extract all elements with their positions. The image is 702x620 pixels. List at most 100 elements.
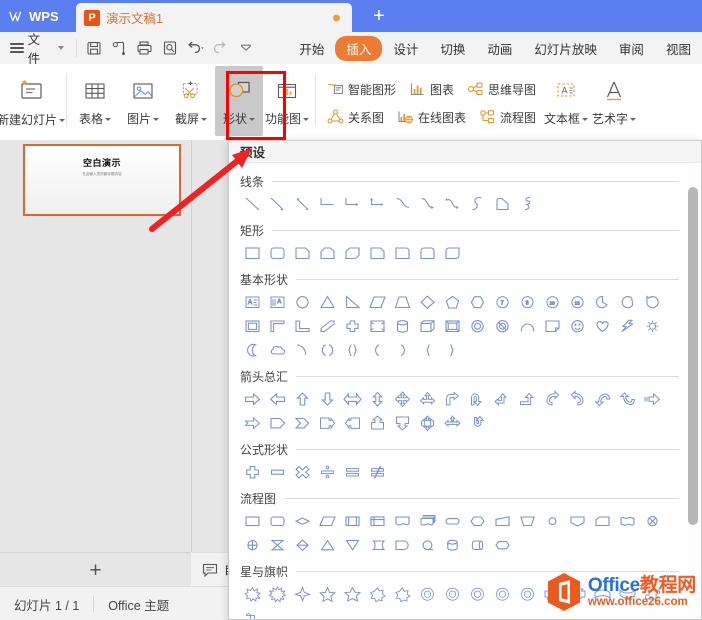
picture-button[interactable]: 图片 <box>119 66 167 136</box>
shape-curved-down-arrow[interactable] <box>615 387 640 411</box>
online-chart-button[interactable]: 在线图表 <box>390 108 472 126</box>
shape-arc-line[interactable] <box>290 338 315 362</box>
shape-snip-single-corner[interactable] <box>290 241 315 265</box>
shape-notched-right-arrow[interactable] <box>240 411 265 435</box>
shape-sun[interactable] <box>640 314 665 338</box>
shape-octagon[interactable]: 8 <box>515 290 540 314</box>
shape-flowchart-stored-data[interactable] <box>365 533 390 557</box>
theme-name[interactable]: Office 主题 <box>94 594 183 614</box>
shape-trapezoid[interactable] <box>390 290 415 314</box>
tab-insert[interactable]: 插入 <box>335 35 383 61</box>
shape-right-bracket[interactable] <box>390 338 415 362</box>
shape-bevel[interactable] <box>440 314 465 338</box>
shape-flowchart-merge[interactable] <box>340 533 365 557</box>
shape-scribble[interactable] <box>515 192 540 216</box>
shape-rounded-rectangle[interactable] <box>265 241 290 265</box>
shape-bent-arrow[interactable] <box>440 387 465 411</box>
shape-right-triangle[interactable] <box>340 290 365 314</box>
shape-corner[interactable] <box>290 314 315 338</box>
shape-dodecagon[interactable]: 12 <box>565 290 590 314</box>
tab-animation[interactable]: 动画 <box>476 36 523 61</box>
shape-flowchart-manual-operation[interactable] <box>515 509 540 533</box>
redo-icon[interactable] <box>208 36 233 60</box>
shape-l-shape[interactable] <box>265 314 290 338</box>
mindmap-button[interactable]: 思维导图 <box>460 80 542 98</box>
slide-thumbnail-1[interactable]: 空白演示 在此输入您的副标题内容 <box>23 144 181 216</box>
shape-elbow-double-arrow[interactable] <box>365 192 390 216</box>
shape-line[interactable] <box>240 192 265 216</box>
shape-equal-sign[interactable] <box>340 460 365 484</box>
save-as-icon[interactable] <box>106 36 131 60</box>
shape-star-10-point[interactable] <box>415 582 440 606</box>
shape-left-up-arrow[interactable] <box>490 387 515 411</box>
shape-star-6-point[interactable] <box>340 582 365 606</box>
shape-can[interactable] <box>390 314 415 338</box>
shape-not-equal-sign[interactable] <box>365 460 390 484</box>
shape-diamond[interactable] <box>415 290 440 314</box>
shape-snip-diagonal-corner[interactable] <box>340 241 365 265</box>
screenshot-button[interactable]: 截屏 <box>167 66 215 136</box>
shape-flowchart-process[interactable] <box>240 509 265 533</box>
shape-curved-double-arrow[interactable] <box>440 192 465 216</box>
shape-striped-right-arrow[interactable] <box>640 387 665 411</box>
panel-scrollbar-thumb[interactable] <box>688 187 698 525</box>
shape-star-8-point[interactable] <box>390 582 415 606</box>
shape-no-symbol[interactable] <box>490 314 515 338</box>
shape-flowchart-card[interactable] <box>590 509 615 533</box>
shape-division-sign[interactable] <box>315 460 340 484</box>
shape-snip-same-side-corner[interactable] <box>315 241 340 265</box>
shape-round-same-side-corner[interactable] <box>415 241 440 265</box>
shape-pie[interactable] <box>590 290 615 314</box>
shape-left-bracket[interactable] <box>365 338 390 362</box>
shape-flowchart-multidocument[interactable] <box>415 509 440 533</box>
shape-vertical-text-box[interactable]: A <box>265 290 290 314</box>
shape-circular-arrow[interactable] <box>465 411 490 435</box>
shape-arc[interactable] <box>515 314 540 338</box>
shape-star-24-point[interactable] <box>490 582 515 606</box>
shape-flowchart-terminator[interactable] <box>440 509 465 533</box>
shape-explosion-2[interactable] <box>265 582 290 606</box>
tab-review[interactable]: 审阅 <box>608 36 655 61</box>
save-icon[interactable] <box>81 36 106 60</box>
wordart-button[interactable]: 艺术字 <box>590 66 638 136</box>
shape-down-arrow-callout[interactable] <box>390 411 415 435</box>
shape-heptagon[interactable]: 7 <box>490 290 515 314</box>
tab-transition[interactable]: 切换 <box>429 36 476 61</box>
new-tab-button[interactable]: + <box>352 0 406 32</box>
shape-flowchart-sort[interactable] <box>290 533 315 557</box>
shape-star-32-point[interactable] <box>515 582 540 606</box>
shape-flowchart-direct-access-storage[interactable] <box>465 533 490 557</box>
shape-flowchart-sequential-access[interactable] <box>415 533 440 557</box>
shape-up-down-arrow[interactable] <box>365 387 390 411</box>
relation-diagram-button[interactable]: 关系图 <box>320 108 390 126</box>
shape-plaque[interactable] <box>365 314 390 338</box>
shape-flowchart-collate[interactable] <box>265 533 290 557</box>
shape-quad-arrow[interactable] <box>390 387 415 411</box>
shape-decagon[interactable]: 10 <box>540 290 565 314</box>
shape-round-brackets[interactable] <box>315 338 340 362</box>
shape-snip-round-single-corner[interactable] <box>365 241 390 265</box>
shape-teardrop[interactable] <box>640 290 665 314</box>
shape-multiply-sign[interactable] <box>290 460 315 484</box>
shape-parallelogram[interactable] <box>365 290 390 314</box>
print-icon[interactable] <box>132 36 157 60</box>
shape-flowchart-extract[interactable] <box>315 533 340 557</box>
shape-left-right-up-arrow[interactable] <box>415 387 440 411</box>
print-preview-icon[interactable] <box>157 36 182 60</box>
shape-text-box[interactable]: A <box>240 290 265 314</box>
shapes-dropdown-panel[interactable]: 预设 线条 矩形 基本形状 A A 7 8 10 12 箭头总汇 公式形状 流程… <box>228 140 702 620</box>
shape-round-braces[interactable] <box>340 338 365 362</box>
shape-elbow-arrow[interactable] <box>340 192 365 216</box>
tab-start[interactable]: 开始 <box>288 36 335 61</box>
shape-flowchart-document[interactable] <box>390 509 415 533</box>
shape-plus-sign[interactable] <box>240 460 265 484</box>
shape-up-arrow-callout[interactable] <box>365 411 390 435</box>
flowchart-button[interactable]: 流程图 <box>472 108 542 126</box>
tab-slideshow[interactable]: 幻灯片放映 <box>523 36 608 61</box>
shape-flowchart-manual-input[interactable] <box>490 509 515 533</box>
shape-line-double-arrow[interactable] <box>290 192 315 216</box>
shapes-button[interactable]: 形状 <box>215 66 263 136</box>
shape-flowchart-internal-storage[interactable] <box>365 509 390 533</box>
shape-flowchart-decision[interactable] <box>290 509 315 533</box>
shape-hexagon[interactable] <box>465 290 490 314</box>
